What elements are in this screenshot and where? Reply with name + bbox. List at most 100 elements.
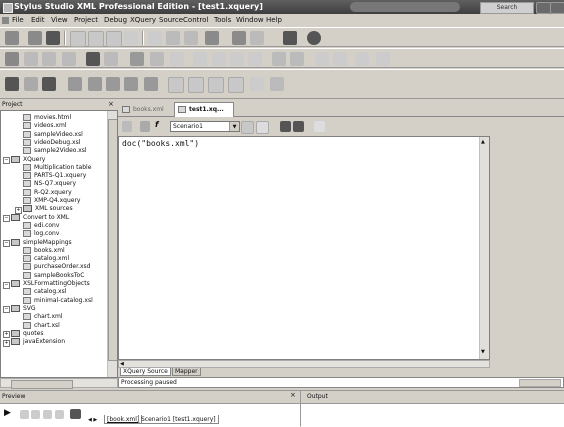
tree-file[interactable]: movies.html — [23, 114, 71, 122]
element-icon[interactable] — [124, 77, 138, 91]
preview-stop-icon[interactable] — [55, 410, 64, 419]
tree-file[interactable]: sample2Video.xsl — [23, 147, 87, 155]
tree-folder[interactable]: SVG — [11, 304, 36, 313]
preview-forward-icon[interactable] — [31, 410, 40, 419]
tree-file[interactable]: log.conv — [23, 230, 59, 238]
window-icon[interactable] — [106, 31, 122, 47]
tree-folder[interactable]: simpleMappings — [11, 238, 72, 247]
debug-run-icon[interactable] — [193, 52, 207, 66]
menu-sourcecontrol[interactable]: SourceControl — [159, 16, 208, 24]
title-control-cluster[interactable] — [350, 2, 460, 12]
cut-icon[interactable] — [148, 31, 162, 45]
scroll-up-icon[interactable]: ▲ — [481, 139, 485, 145]
step-over-icon[interactable] — [230, 52, 244, 66]
expand-toggle-icon[interactable]: − — [3, 306, 10, 314]
scenario-select[interactable]: Scenario1 ▼ — [170, 121, 240, 132]
indent-icon[interactable] — [130, 52, 144, 66]
menu-tools[interactable]: Tools — [214, 16, 231, 24]
tree-file[interactable]: videoDebug.xsl — [23, 138, 80, 147]
undo-icon[interactable] — [124, 31, 138, 45]
expand-toggle-icon[interactable]: + — [3, 331, 10, 339]
preview-back-icon[interactable] — [20, 410, 29, 419]
xpath-icon[interactable] — [68, 77, 82, 91]
project-hscroll-thumb[interactable] — [11, 380, 73, 389]
tree-file[interactable]: catalog.xml — [23, 255, 69, 263]
menu-file[interactable]: File — [12, 16, 24, 24]
code-editor[interactable]: doc("books.xml") ▲ ▼ — [118, 136, 490, 360]
watch-icon[interactable] — [290, 52, 304, 66]
tree-file[interactable]: edi.conv — [23, 221, 59, 230]
preview-tab-scenario1[interactable]: Scenario1 [test1.xquery] — [138, 415, 219, 424]
preview-icon[interactable] — [168, 77, 184, 93]
project-vscroll[interactable] — [107, 111, 117, 377]
next-bookmark-icon[interactable] — [42, 52, 56, 66]
tree-folder[interactable]: XQuery — [11, 155, 45, 164]
tree-icon[interactable] — [355, 52, 369, 66]
comment-icon[interactable] — [170, 52, 184, 66]
scroll-left-icon[interactable]: ◀ — [120, 361, 124, 367]
tree-file[interactable]: Multiplication table — [23, 163, 91, 172]
tab-test1-xquery[interactable]: test1.xq... — [174, 102, 234, 117]
menu-project[interactable]: Project — [74, 16, 98, 24]
save-icon[interactable] — [46, 31, 60, 45]
tree-file[interactable]: books.xml — [23, 246, 65, 255]
source-control-icon[interactable] — [205, 31, 219, 45]
diagram-icon[interactable] — [228, 77, 244, 93]
project-tree[interactable]: movies.html videos.xml sampleVideo.xsl vide… — [0, 110, 118, 378]
variable-icon[interactable] — [106, 77, 120, 91]
run-icon[interactable] — [42, 77, 56, 91]
project-hscroll[interactable] — [0, 378, 118, 389]
step-out-icon[interactable] — [248, 52, 262, 66]
help-icon[interactable] — [307, 31, 321, 45]
checkout-icon[interactable] — [250, 31, 264, 45]
editor-vscroll[interactable]: ▲ ▼ — [479, 137, 489, 359]
gear-icon[interactable] — [5, 77, 19, 91]
find-next-icon[interactable] — [104, 52, 118, 66]
tab-mapper[interactable]: Mapper — [172, 368, 201, 376]
tree-folder[interactable]: XML sources — [23, 205, 73, 213]
menu-window[interactable]: Window — [236, 16, 264, 24]
tree-folder[interactable]: XSLFormattingObjects — [11, 280, 90, 288]
output-icon[interactable] — [293, 121, 304, 132]
breakpoint-icon[interactable] — [272, 52, 286, 66]
find-icon[interactable] — [86, 52, 100, 66]
expand-toggle-icon[interactable]: + — [3, 339, 10, 347]
tree-file[interactable]: R-Q2.xquery — [23, 188, 72, 197]
code-line-1[interactable]: doc("books.xml") — [122, 139, 199, 148]
menu-help[interactable]: Help — [266, 16, 282, 24]
output-body[interactable] — [301, 403, 564, 427]
tree-file[interactable]: PARTS-Q1.xquery — [23, 172, 86, 180]
profile-icon[interactable] — [280, 121, 291, 132]
preview-refresh-icon[interactable] — [43, 410, 52, 419]
tab-books-xml[interactable]: books.xml — [122, 104, 174, 116]
expand-toggle-icon[interactable]: − — [3, 240, 10, 247]
expand-toggle-icon[interactable]: − — [3, 281, 10, 289]
step-into-icon[interactable] — [212, 52, 226, 66]
grid-icon[interactable] — [376, 52, 390, 66]
close-icon[interactable] — [550, 2, 564, 14]
tree-file[interactable]: XMP-Q4.xquery — [23, 197, 80, 205]
tree-file[interactable]: sampleVideo.xsl — [23, 130, 83, 139]
minimize-icon[interactable] — [536, 2, 551, 14]
tree-file[interactable]: catalog.xsl — [23, 288, 66, 296]
delete-icon[interactable] — [184, 31, 198, 45]
chevron-down-icon[interactable]: ▼ — [229, 122, 239, 131]
open-folder-icon[interactable] — [28, 31, 42, 45]
attribute-icon[interactable] — [144, 77, 158, 91]
tree-file[interactable]: minimal-catalog.xsl — [23, 296, 93, 305]
tree-file[interactable]: sampleBooksToC — [23, 271, 84, 280]
tree-file[interactable]: chart.xml — [23, 313, 63, 321]
outdent-icon[interactable] — [150, 52, 164, 66]
run-icon[interactable] — [122, 121, 132, 132]
paste-icon[interactable] — [166, 31, 180, 45]
docs-icon[interactable] — [270, 77, 284, 91]
document-icon[interactable] — [2, 17, 9, 24]
tree-folder[interactable]: quotes — [11, 329, 43, 338]
tab-xquery-source[interactable]: XQuery Source — [120, 368, 171, 376]
scroll-down-icon[interactable]: ▼ — [481, 349, 485, 355]
close-icon[interactable]: × — [108, 100, 114, 108]
preview-tab-scroll-icon[interactable]: ◀ ▶ — [88, 417, 97, 423]
schema-icon[interactable] — [333, 52, 347, 66]
layout-icon[interactable] — [208, 77, 224, 93]
function-icon[interactable] — [88, 77, 102, 91]
